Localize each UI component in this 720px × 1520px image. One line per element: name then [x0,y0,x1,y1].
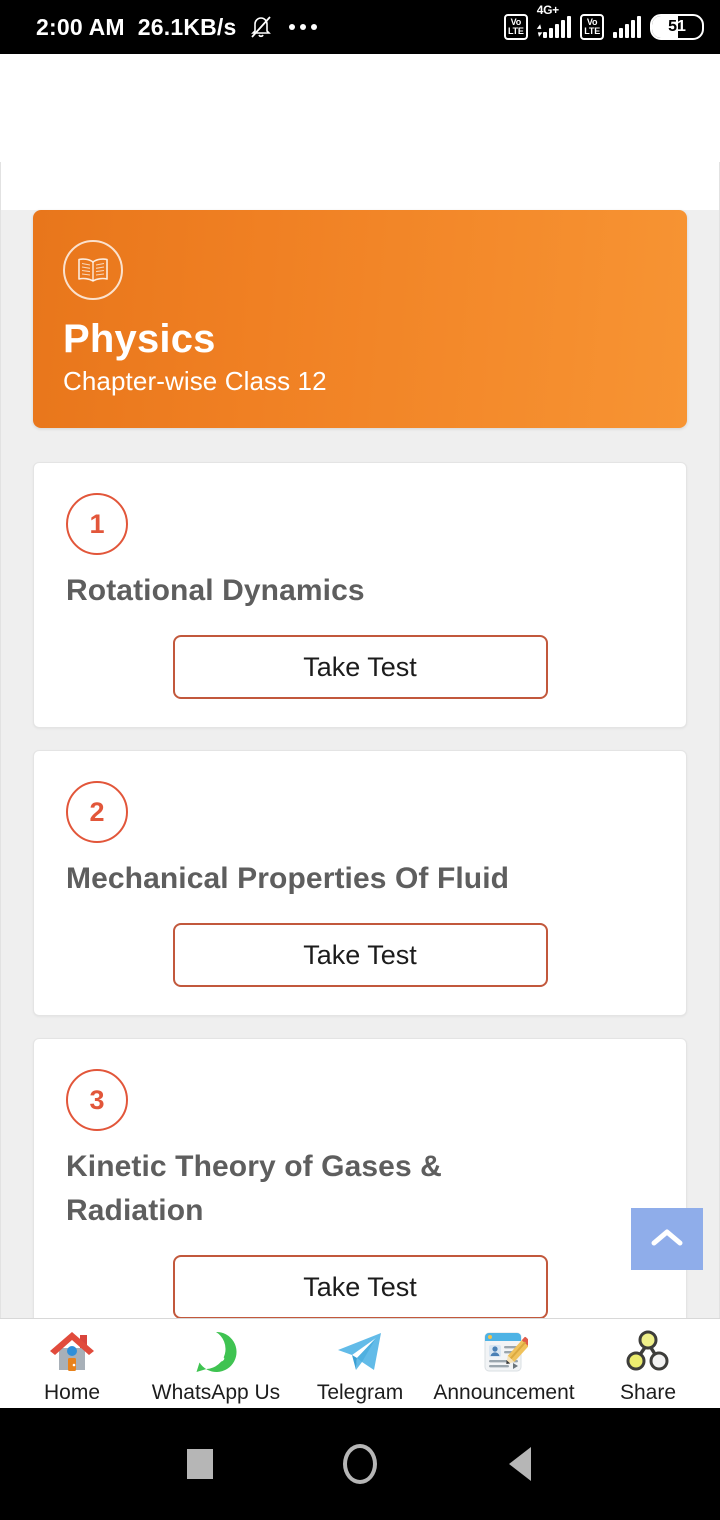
home-button[interactable] [337,1441,383,1487]
chapter-number-badge: 3 [66,1069,128,1131]
chapter-card[interactable]: 3 Kinetic Theory of Gases & Radiation Ta… [33,1038,687,1318]
chapter-title: Rotational Dynamics [66,574,365,607]
chevron-up-icon [650,1227,684,1252]
nav-item-share[interactable]: Share [576,1327,720,1405]
whatsapp-icon [189,1327,243,1377]
chapter-list: 1 Rotational Dynamics Take Test 2 Mechan… [33,462,687,1318]
status-bar-left: 2:00 AM 26.1KB/s [36,14,504,41]
nav-item-telegram[interactable]: Telegram [288,1327,432,1405]
sim2-signal-icon [613,16,641,38]
take-test-button[interactable]: Take Test [172,635,548,699]
open-book-icon [63,240,123,300]
nav-label: Share [619,1380,677,1404]
status-bar-right: VoLTE VoLTE 4G+ ▴▾ VoLTE VoLTE 51 [504,3,704,40]
status-network-speed: 26.1KB/s [137,13,237,40]
scroll-content[interactable]: Physics Chapter-wise Class 12 1 Rotation… [0,162,720,1318]
nav-item-home[interactable]: Home [0,1327,144,1405]
bottom-navigation-bar: Home WhatsApp Us Telegram Announcement S… [0,1318,720,1408]
chapter-title: Kinetic Theory of Gases & Radiation [66,1150,442,1227]
subject-title: Physics [63,317,216,361]
more-dots-icon [288,24,317,30]
sim1-network-label: 4G+ [536,3,559,17]
take-test-button[interactable]: Take Test [172,1255,548,1318]
status-time: 2:00 AM [36,13,125,40]
recents-button[interactable] [177,1441,223,1487]
sim1-signal-icon: 4G+ ▴ ▾ [536,3,572,39]
sim2-volte-icon: VoLTE VoLTE [580,14,604,40]
house-icon [45,1327,99,1377]
status-bar: 2:00 AM 26.1KB/s VoLTE VoLTE 4G+ ▴▾ VoLT… [0,0,720,54]
nav-label: Announcement [433,1380,575,1404]
subject-subtitle: Chapter-wise Class 12 [63,366,327,396]
nav-label: Home [43,1380,101,1404]
triangle-back-icon [509,1447,531,1481]
chapter-title: Mechanical Properties Of Fluid [66,862,510,895]
battery-indicator: 51 [650,14,704,40]
nav-item-announcement[interactable]: Announcement [432,1327,576,1405]
sim1-volte-icon: VoLTE VoLTE [504,14,528,40]
chapter-number-badge: 1 [66,493,128,555]
telegram-icon [333,1327,387,1377]
battery-level: 51 [668,18,686,35]
chapter-card[interactable]: 2 Mechanical Properties Of Fluid Take Te… [33,750,687,1016]
nav-label: Telegram [316,1380,404,1404]
chapter-card[interactable]: 1 Rotational Dynamics Take Test [33,462,687,728]
nav-label: WhatsApp Us [151,1380,281,1404]
bell-muted-icon [250,15,272,39]
android-system-nav [0,1408,720,1520]
app-top-blank-area [0,54,720,162]
chapter-number-badge: 2 [66,781,128,843]
back-button[interactable] [497,1441,543,1487]
nav-item-whatsapp[interactable]: WhatsApp Us [144,1327,288,1405]
announcement-icon [477,1327,531,1377]
circle-icon [343,1444,377,1484]
share-nodes-icon [621,1327,675,1377]
take-test-button[interactable]: Take Test [172,923,548,987]
square-icon [187,1449,213,1479]
data-arrows-icon: ▴ ▾ [536,21,542,39]
subject-header-card: Physics Chapter-wise Class 12 [33,210,687,428]
scroll-to-top-button[interactable] [631,1208,703,1270]
